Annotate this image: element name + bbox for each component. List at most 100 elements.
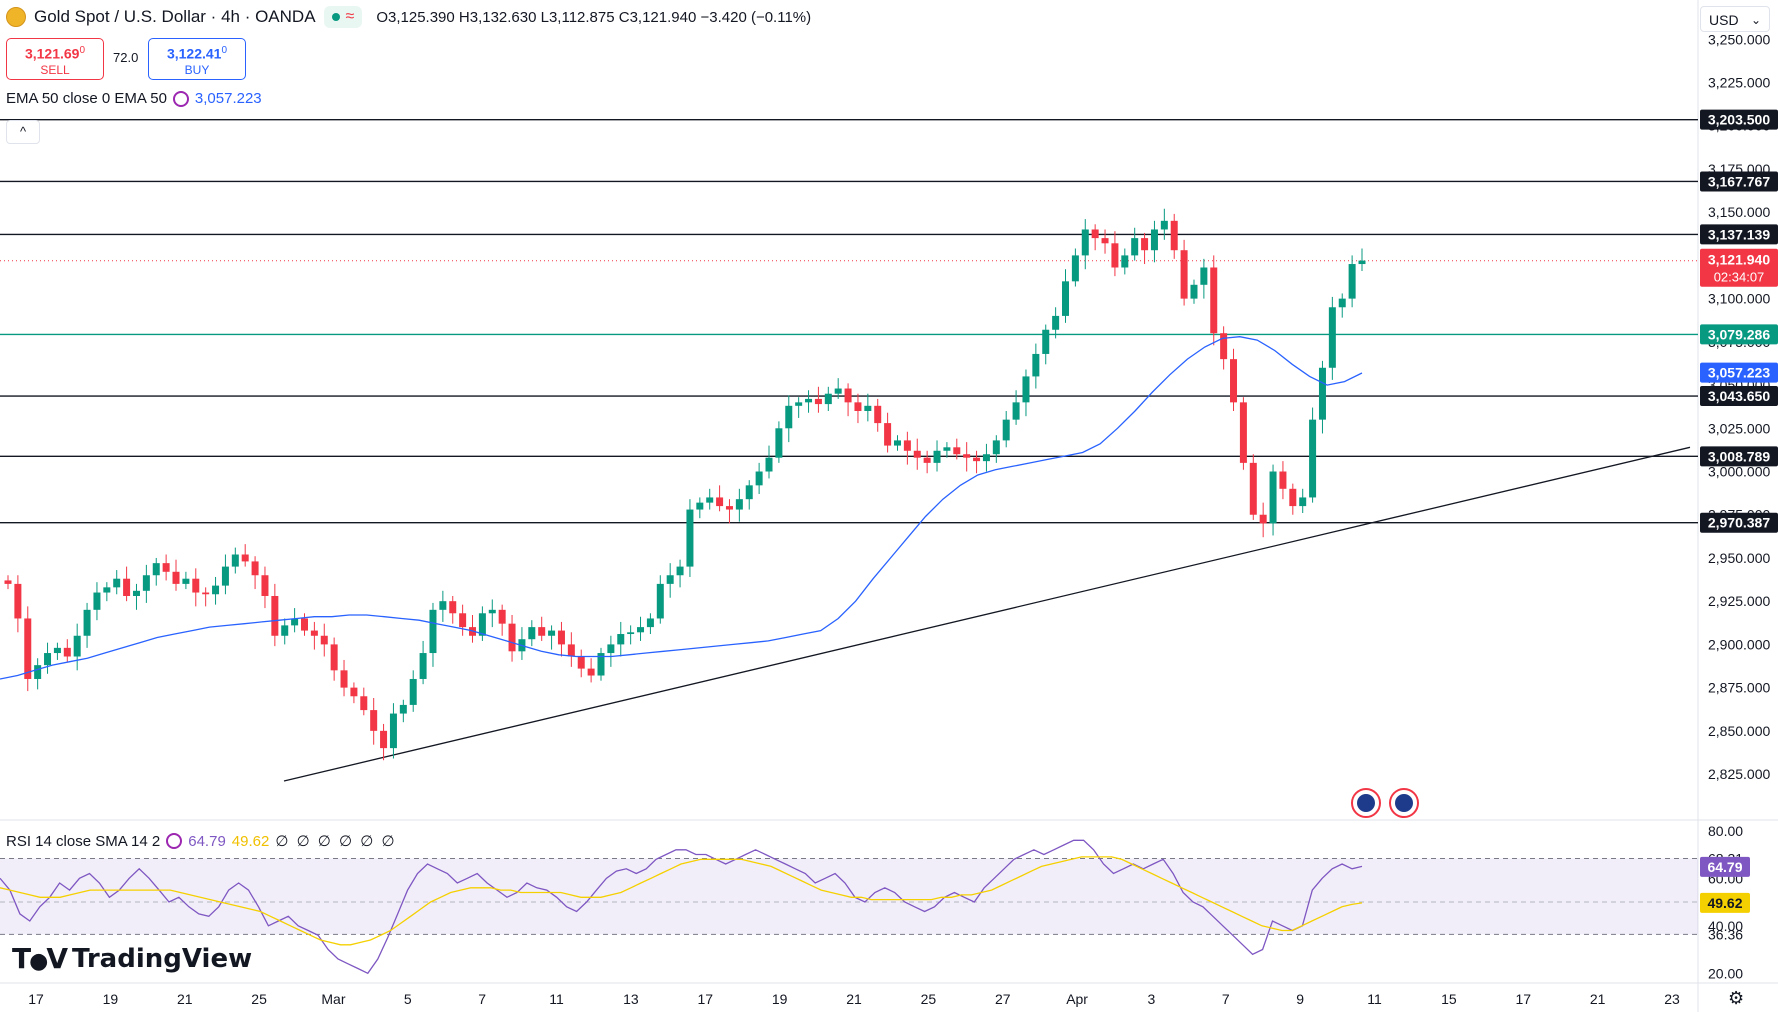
- time-tick-label: 9: [1296, 991, 1304, 1007]
- us-event-flag-center: [1357, 794, 1375, 812]
- candle-body: [172, 571, 180, 584]
- candle-body: [142, 575, 150, 591]
- candle-body: [1269, 471, 1277, 524]
- time-tick-label: 5: [404, 991, 412, 1007]
- candle-body: [755, 471, 763, 486]
- candle-body: [1081, 229, 1089, 256]
- candle-body: [1259, 514, 1267, 524]
- candle-body: [587, 668, 595, 676]
- candle-body: [14, 583, 22, 619]
- candle-body: [370, 710, 378, 731]
- us-event-flag-center: [1395, 794, 1413, 812]
- candle-body: [923, 457, 931, 463]
- price-tick-label: 2,850.000: [1708, 723, 1770, 739]
- rsi-axis-label: 36.36: [1708, 926, 1743, 942]
- buy-price-sup: 0: [221, 45, 228, 56]
- candle-body: [340, 670, 348, 688]
- currency-select[interactable]: USD ⌄: [1700, 6, 1770, 32]
- candle-body: [963, 454, 971, 458]
- time-tick-label: 15: [1441, 991, 1457, 1007]
- rsi-legend[interactable]: RSI 14 close SMA 14 2 64.79 49.62 ∅ ∅ ∅ …: [6, 832, 397, 851]
- candle-body: [627, 632, 635, 635]
- candle-body: [676, 566, 684, 576]
- candle-body: [913, 450, 921, 458]
- candle-body: [1220, 333, 1228, 360]
- candle-body: [1200, 267, 1208, 285]
- time-tick-label: 21: [846, 991, 862, 1007]
- sell-button[interactable]: 3,121.690 SELL: [6, 38, 104, 80]
- candle-body: [24, 618, 32, 679]
- candle-body: [1111, 243, 1119, 268]
- candle-body: [725, 506, 733, 510]
- candle-body: [548, 630, 556, 636]
- candle-body: [943, 447, 951, 451]
- refresh-icon[interactable]: [166, 833, 183, 849]
- candle-body: [1091, 229, 1099, 239]
- time-tick-label: 3: [1148, 991, 1156, 1007]
- time-tick-label: 21: [1590, 991, 1606, 1007]
- time-tick-label: 21: [177, 991, 193, 1007]
- candle-body: [696, 502, 704, 510]
- time-tick-label: 17: [1515, 991, 1531, 1007]
- candle-body: [231, 554, 239, 567]
- candle-body: [1348, 264, 1356, 299]
- candle-body: [656, 583, 664, 619]
- candle-body: [1239, 402, 1247, 463]
- candle-body: [281, 625, 289, 636]
- candle-body: [567, 644, 575, 657]
- candle-body: [1249, 462, 1257, 515]
- time-tick-label: Mar: [321, 991, 345, 1007]
- sell-price: 3,121.69: [24, 45, 80, 62]
- candle-body: [44, 653, 52, 666]
- price-tick-label: 2,950.000: [1708, 550, 1770, 566]
- candle-body: [271, 595, 279, 636]
- time-tick-label: 11: [1367, 991, 1382, 1007]
- ema-line: [0, 336, 1363, 680]
- time-tick-label: 19: [103, 991, 119, 1007]
- buy-button[interactable]: 3,122.410 BUY: [148, 38, 246, 80]
- price-tick-label: 3,025.000: [1708, 420, 1770, 436]
- candle-body: [864, 405, 872, 411]
- candle-body: [1279, 471, 1287, 489]
- chevron-up-icon: ^: [19, 124, 27, 139]
- tradingview-wordmark: TradingView: [71, 943, 253, 974]
- candle-body: [53, 647, 61, 654]
- gear-icon[interactable]: ⚙: [1728, 988, 1748, 1008]
- candle-body: [1101, 238, 1109, 244]
- symbol-title[interactable]: Gold Spot / U.S. Dollar · 4h · OANDA: [34, 7, 316, 27]
- market-open-dot-icon: [331, 13, 340, 21]
- price-chart[interactable]: 3,250.0003,225.0003,200.0003,175.0003,15…: [0, 0, 1778, 1012]
- candle-body: [1309, 419, 1317, 498]
- currency-label: USD: [1709, 12, 1739, 28]
- candle-body: [1012, 402, 1020, 420]
- candle-body: [1022, 376, 1030, 403]
- price-tick-label: 3,150.000: [1708, 204, 1770, 220]
- sell-price-sup: 0: [79, 45, 86, 56]
- candle-body: [982, 454, 990, 462]
- time-tick-label: 17: [697, 991, 713, 1007]
- candle-body: [212, 585, 220, 595]
- rsi-legend-label: RSI 14 close SMA 14 2: [6, 832, 161, 850]
- candle-body: [132, 590, 140, 596]
- candle-body: [429, 609, 437, 654]
- candle-body: [775, 428, 783, 458]
- ema-legend[interactable]: EMA 50 close 0 EMA 50 3,057.223: [6, 90, 262, 107]
- candle-body: [824, 393, 832, 405]
- candle-body: [459, 613, 467, 628]
- candle-body: [557, 630, 565, 645]
- market-status-pill[interactable]: ≈: [323, 6, 363, 28]
- level-price-label: 3,203.500: [1708, 112, 1770, 128]
- candle-body: [1002, 419, 1010, 441]
- candle-body: [488, 609, 496, 614]
- collapse-legend-button[interactable]: ^: [6, 120, 40, 144]
- candle-body: [1289, 488, 1297, 507]
- countdown-label: 02:34:07: [1714, 270, 1765, 285]
- candle-body: [893, 440, 901, 446]
- candle-body: [1052, 315, 1060, 330]
- candle-body: [498, 609, 506, 624]
- candle-body: [745, 485, 753, 500]
- candle-body: [63, 647, 71, 657]
- chevron-down-icon: ⌄: [1750, 13, 1761, 27]
- refresh-icon[interactable]: [172, 90, 189, 107]
- candle-body: [202, 592, 210, 595]
